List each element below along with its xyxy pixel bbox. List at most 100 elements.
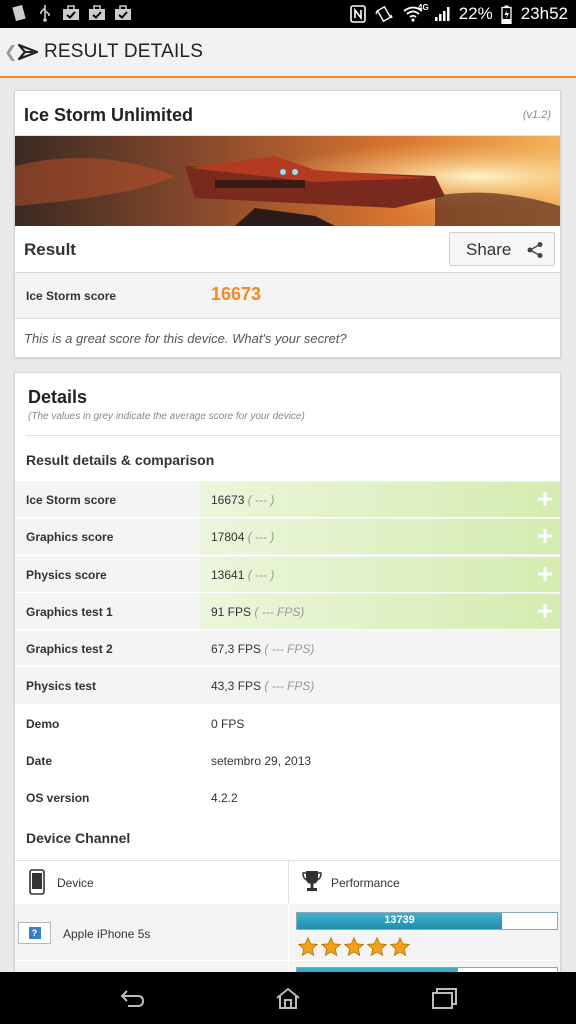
briefcase-check-icon <box>88 4 106 22</box>
recent-apps-icon[interactable] <box>430 986 458 1010</box>
score-row: Ice Storm score 16673 <box>15 273 560 319</box>
share-button[interactable]: Share <box>449 232 555 266</box>
row-average: ( --- FPS) <box>254 604 305 619</box>
row-label: Graphics score <box>26 530 114 545</box>
detail-row-graphics-score[interactable]: Graphics score 17804 ( --- ) <box>15 518 560 556</box>
row-value: 16673 ( --- ) <box>211 493 274 507</box>
comparison-section-title: Result details & comparison <box>26 452 215 468</box>
row-value: 0 FPS <box>211 716 245 731</box>
notification-icons <box>10 4 132 22</box>
device-column-header: Device <box>57 876 94 890</box>
column-divider <box>288 904 289 960</box>
device-name: Apple iPhone 5s <box>63 927 151 941</box>
share-label: Share <box>466 240 512 259</box>
page-title: RESULT DETAILS <box>44 41 204 62</box>
home-icon[interactable] <box>274 986 302 1010</box>
status-bar: 4G 22% 23h52 <box>0 0 576 28</box>
row-average: ( --- ) <box>247 493 275 507</box>
performance-bar: 13739 <box>296 912 558 930</box>
divider <box>26 435 560 436</box>
detail-row-ice-storm-score[interactable]: Ice Storm score 16673 ( --- ) <box>15 481 560 519</box>
row-score: 17804 <box>211 530 245 545</box>
star-rating <box>297 936 411 958</box>
row-label: Ice Storm score <box>26 493 117 507</box>
detail-row-physics-score[interactable]: Physics score 13641 ( --- ) <box>15 555 560 593</box>
benchmark-result-card: Ice Storm Unlimited (v1.2) Result Share … <box>14 90 561 358</box>
detail-row-graphics-test-2: Graphics test 2 67,3 FPS ( --- FPS) <box>15 630 560 668</box>
expand-plus-icon[interactable] <box>536 490 554 508</box>
row-value: 4.2.2 <box>211 791 238 806</box>
detail-row-date: Date setembro 29, 2013 <box>15 742 560 780</box>
row-value: setembro 29, 2013 <box>211 754 312 769</box>
row-value: 43,3 FPS ( --- FPS) <box>211 679 314 693</box>
performance-score: 13739 <box>384 914 415 926</box>
expand-plus-icon[interactable] <box>536 602 554 620</box>
usb-icon <box>36 4 54 22</box>
device-channel-header: Device Performance <box>15 861 560 903</box>
system-icons: 4G 22% 23h52 <box>349 0 568 28</box>
network-type-label: 4G <box>418 3 429 12</box>
signal-icon <box>433 5 451 23</box>
result-label: Result <box>24 240 76 259</box>
unknown-device-icon: ? <box>18 922 51 944</box>
row-score: 67,3 FPS <box>211 642 262 657</box>
row-label: Physics score <box>26 567 107 582</box>
row-average: ( --- ) <box>247 530 275 545</box>
details-table: Ice Storm score 16673 ( --- ) Graphics s… <box>15 481 560 817</box>
details-subtitle: (The values in grey indicate the average… <box>28 411 305 422</box>
expand-plus-icon[interactable] <box>536 565 554 583</box>
nfc-icon <box>349 5 367 23</box>
detail-row-demo: Demo 0 FPS <box>15 704 560 743</box>
result-header-row: Result Share <box>15 226 560 273</box>
star-icon <box>389 936 411 958</box>
row-score: 13641 <box>211 567 245 582</box>
share-icon <box>526 241 544 259</box>
briefcase-check-icon <box>62 4 80 22</box>
action-bar: ❮ RESULT DETAILS <box>0 28 576 78</box>
row-label: Date <box>26 754 53 769</box>
detail-row-physics-test: Physics test 43,3 FPS ( --- FPS) <box>15 667 560 705</box>
detail-row-os-version: OS version 4.2.2 <box>15 779 560 817</box>
battery-charging-icon <box>501 5 513 24</box>
details-title: Details <box>28 387 88 407</box>
back-icon[interactable] <box>118 986 146 1010</box>
column-divider <box>288 861 289 903</box>
row-label: Demo <box>26 716 60 731</box>
sd-card-icon <box>10 4 28 22</box>
score-label: Ice Storm score <box>26 289 117 303</box>
device-channel-title: Device Channel <box>26 830 131 846</box>
device-row[interactable] <box>15 961 560 972</box>
phone-icon <box>29 869 45 895</box>
vibrate-icon <box>375 5 393 23</box>
wifi-icon: 4G <box>401 3 429 23</box>
row-average: ( --- FPS) <box>264 679 315 694</box>
benchmark-title: Ice Storm Unlimited <box>24 105 194 125</box>
row-value: 67,3 FPS ( --- FPS) <box>211 642 314 656</box>
star-icon <box>297 936 319 958</box>
row-average: ( --- FPS) <box>264 642 315 657</box>
app-logo-icon[interactable] <box>16 40 40 64</box>
row-label: Physics test <box>26 679 97 694</box>
benchmark-version: (v1.2) <box>522 109 551 121</box>
star-icon <box>320 936 342 958</box>
row-label: Graphics test 1 <box>26 604 113 619</box>
row-score: 43,3 FPS <box>211 679 262 694</box>
row-label: OS version <box>26 791 90 806</box>
row-value: 13641 ( --- ) <box>211 568 274 582</box>
details-card: Details (The values in grey indicate the… <box>14 372 561 972</box>
row-value: 91 FPS ( --- FPS) <box>211 605 304 619</box>
score-message: This is a great score for this device. W… <box>24 331 347 346</box>
performance-column-header: Performance <box>331 876 400 890</box>
star-icon <box>343 936 365 958</box>
detail-row-graphics-test-1[interactable]: Graphics test 1 91 FPS ( --- FPS) <box>15 592 560 631</box>
expand-plus-icon[interactable] <box>536 527 554 545</box>
battery-percent: 22% <box>458 4 493 23</box>
benchmark-banner-image <box>15 136 560 226</box>
device-row[interactable]: ? Apple iPhone 5s 13739 <box>15 904 560 960</box>
score-value: 16673 <box>211 284 262 304</box>
row-score: 16673 <box>211 493 245 507</box>
clock: 23h52 <box>520 4 568 23</box>
scroll-content[interactable]: Ice Storm Unlimited (v1.2) Result Share … <box>0 80 576 972</box>
row-score: 91 FPS <box>211 604 252 619</box>
row-average: ( --- ) <box>247 567 275 582</box>
